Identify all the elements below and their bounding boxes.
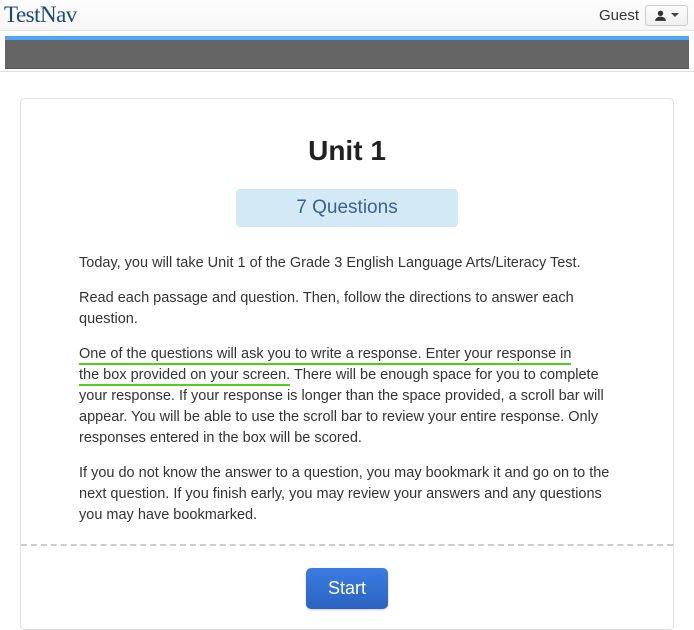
unit-title: Unit 1 [79, 135, 615, 167]
user-icon [654, 9, 667, 22]
header-strip [0, 31, 694, 69]
instruction-paragraph: Read each passage and question. Then, fo… [79, 288, 615, 330]
highlighted-text: the box provided on your screen. [79, 367, 290, 386]
highlighted-text: One of the questions will ask you to wri… [79, 346, 571, 365]
start-button[interactable]: Start [306, 568, 388, 609]
page-area: Unit 1 7 Questions Today, you will take … [0, 72, 694, 630]
instruction-paragraph: One of the questions will ask you to wri… [79, 344, 615, 449]
brand-logo: TestNav [4, 2, 77, 28]
instruction-paragraph: If you do not know the answer to a quest… [79, 463, 615, 526]
top-bar: TestNav Guest [0, 0, 694, 31]
question-count-badge: 7 Questions [236, 189, 457, 227]
instruction-paragraph: Today, you will take Unit 1 of the Grade… [79, 253, 615, 274]
user-area: Guest [599, 5, 688, 26]
guest-label: Guest [599, 7, 639, 24]
dashed-separator [21, 544, 673, 546]
user-menu-button[interactable] [645, 5, 688, 26]
instructions-card: Unit 1 7 Questions Today, you will take … [20, 98, 674, 630]
gray-toolbar-strip [5, 40, 689, 69]
caret-down-icon [671, 13, 679, 17]
